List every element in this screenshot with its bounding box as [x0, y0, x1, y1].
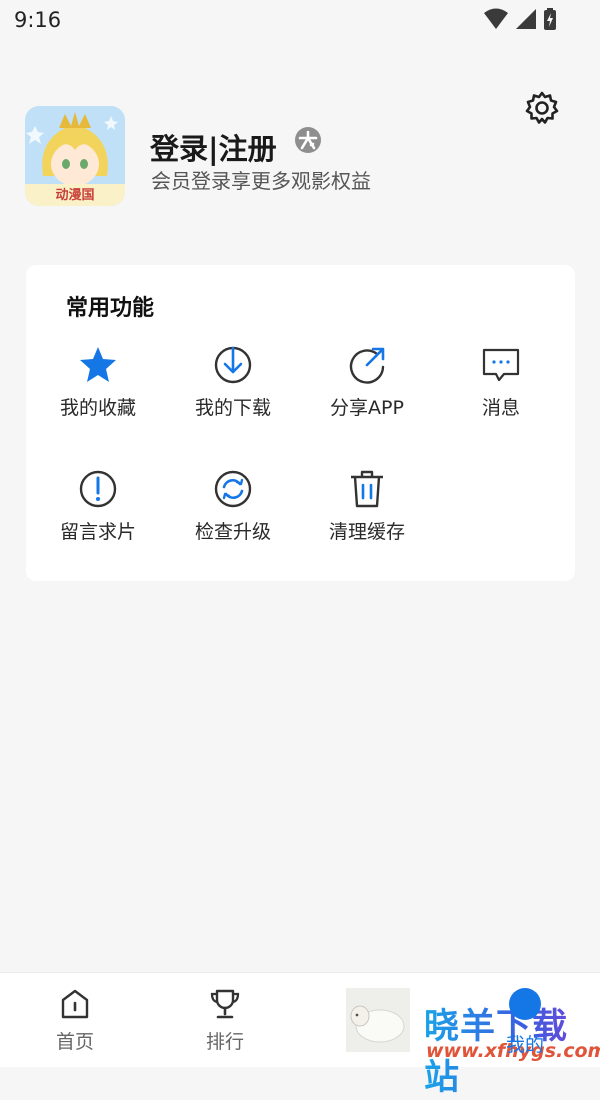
message-icon	[482, 348, 520, 382]
trash-icon	[351, 470, 383, 508]
card-title: 常用功能	[66, 296, 155, 321]
tab-profile-icon[interactable]	[509, 988, 541, 1020]
request-movie-button[interactable]: 留言求片	[31, 469, 165, 544]
tab-home[interactable]: 首页	[25, 987, 125, 1054]
avatar-caption: 动漫国	[55, 188, 95, 203]
signal-icon	[516, 9, 536, 29]
watermark-sheep-icon	[346, 988, 410, 1052]
share-icon	[349, 347, 385, 384]
exclamation-icon	[79, 470, 117, 508]
share-app-label: 分享APP	[330, 397, 404, 419]
vip-badge-icon	[295, 127, 321, 153]
refresh-icon	[214, 470, 252, 508]
gear-icon[interactable]	[524, 90, 560, 126]
share-app-button[interactable]: 分享APP	[300, 345, 434, 420]
home-icon	[61, 989, 89, 1019]
clear-cache-label: 清理缓存	[328, 521, 405, 543]
wifi-icon	[484, 8, 508, 29]
check-update-button[interactable]: 检查升级	[166, 469, 300, 544]
trophy-icon	[210, 989, 240, 1019]
tab-home-label: 首页	[55, 1031, 94, 1053]
common-functions-card: 常用功能 我的收藏 我的下载 分享APP 消息 留言求片 检查升级 清理缓存	[26, 265, 575, 581]
status-bar: 9:16	[0, 0, 600, 42]
downloads-label: 我的下载	[194, 397, 271, 419]
favorites-label: 我的收藏	[59, 397, 136, 419]
check-update-label: 检查升级	[194, 521, 271, 543]
battery-icon	[544, 8, 556, 30]
status-icons	[484, 8, 556, 30]
login-subtitle: 会员登录享更多观影权益	[151, 169, 371, 193]
tab-ranking[interactable]: 排行	[175, 987, 275, 1054]
downloads-button[interactable]: 我的下载	[166, 345, 300, 420]
clear-cache-button[interactable]: 清理缓存	[300, 469, 434, 544]
request-movie-label: 留言求片	[59, 521, 136, 543]
status-time: 9:16	[14, 8, 62, 32]
tab-ranking-label: 排行	[205, 1031, 244, 1053]
avatar[interactable]: 动漫国	[25, 106, 125, 206]
messages-label: 消息	[481, 397, 520, 419]
favorites-button[interactable]: 我的收藏	[31, 345, 165, 420]
tab-profile-label[interactable]: 我的	[506, 1030, 544, 1057]
messages-button[interactable]: 消息	[434, 345, 568, 420]
login-register-link[interactable]: 登录|注册	[150, 126, 277, 168]
star-icon	[80, 347, 116, 382]
download-icon	[214, 346, 252, 384]
